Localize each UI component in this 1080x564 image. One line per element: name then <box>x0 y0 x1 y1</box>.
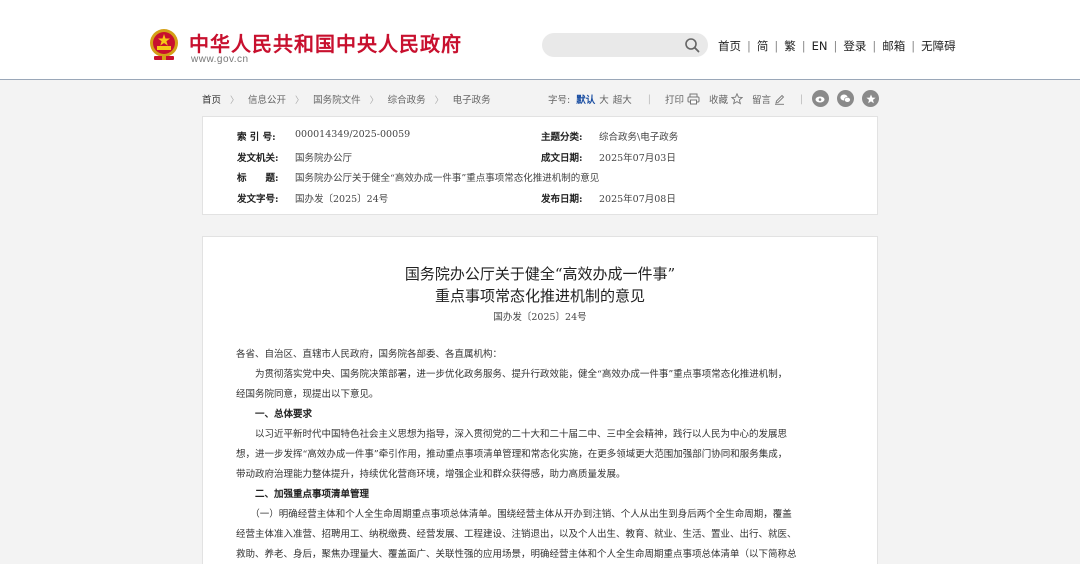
favorite-label: 收藏 <box>708 95 728 106</box>
breadcrumb-home[interactable]: 首页 <box>202 92 221 106</box>
paragraph-line: 以习近平新时代中国特色社会主义思想为指导，深入贯彻党的二十大和二十届二中、三中全… <box>236 429 788 440</box>
paragraph-line: 经营主体准入准营、招聘用工、纳税缴费、经营发展、工程建设、注销退出，以及个人出生… <box>236 529 797 540</box>
section-heading: 二、加强重点事项清单管理 <box>236 489 370 500</box>
category-value: 综合政务\电子政务 <box>599 132 679 143</box>
breadcrumb-general-affairs[interactable]: 综合政务 <box>388 92 426 106</box>
category-label: 主题分类: <box>541 132 583 143</box>
section-heading: 一、总体要求 <box>236 409 313 420</box>
nav-mailbox[interactable]: 邮箱 <box>882 38 905 54</box>
site-header: 中华人民共和国中央人民政府 www.gov.cn 首页 | 简 | 繁 | EN… <box>0 0 1080 80</box>
toolbar-divider: | <box>647 93 651 105</box>
breadcrumb-state-council-docs[interactable]: 国务院文件 <box>313 92 361 106</box>
meta-row: 发文字号: 国办发〔2025〕24号 发布日期: 2025年07月08日 <box>203 191 877 205</box>
share-bar <box>812 90 887 107</box>
toolbar-divider: | <box>800 93 804 105</box>
issuer-value: 国务院办公厅 <box>295 153 353 164</box>
breadcrumb: 首页 〉 信息公开 〉 国务院文件 〉 综合政务 〉 电子政务 <box>202 92 491 106</box>
printer-icon <box>687 93 700 105</box>
doc-number-value: 国办发〔2025〕24号 <box>295 194 389 205</box>
nav-separator: | <box>911 39 916 53</box>
meta-row: 索 引 号: 000014349/2025-00059 主题分类: 综合政务\电… <box>203 129 877 143</box>
document-body: 国务院办公厅关于健全“高效办成一件事” 重点事项常态化推进机制的意见 国办发〔2… <box>202 236 878 564</box>
issuer-label: 发文机关: <box>237 153 279 164</box>
breadcrumb-e-government[interactable]: 电子政务 <box>453 92 491 106</box>
paragraph-salutation: 各省、自治区、直辖市人民政府，国务院各部委、各直属机构： <box>236 349 503 360</box>
nav-separator: | <box>833 39 838 53</box>
font-size-label: 字号: <box>548 95 571 106</box>
paragraph-line: （一）明确经营主体和个人全生命周期重点事项总体清单。围绕经营主体从开办到注销、个… <box>236 509 792 520</box>
search-box <box>542 33 708 57</box>
title-value: 国务院办公厅关于健全“高效办成一件事”重点事项常态化推进机制的意见 <box>295 173 600 184</box>
index-value: 000014349/2025-00059 <box>295 129 411 140</box>
wechat-icon[interactable] <box>837 90 854 107</box>
nav-home[interactable]: 首页 <box>718 38 741 54</box>
print-label: 打印 <box>664 95 684 106</box>
breadcrumb-info-public[interactable]: 信息公开 <box>248 92 286 106</box>
chevron-right-icon: 〉 <box>369 95 379 106</box>
print-button[interactable]: 打印 <box>665 92 700 106</box>
star-icon <box>730 93 743 105</box>
publish-date-value: 2025年07月08日 <box>599 194 676 205</box>
nav-separator: | <box>872 39 877 53</box>
nav-separator: | <box>801 39 806 53</box>
date-written-label: 成文日期: <box>541 153 583 164</box>
title-label: 标 题: <box>237 173 279 184</box>
comment-button[interactable]: 留言 <box>752 92 785 106</box>
qzone-icon[interactable] <box>862 90 879 107</box>
font-size-large[interactable]: 大 <box>599 92 609 106</box>
paragraph-line: 经国务院同意，现提出以下意见。 <box>236 389 379 400</box>
chevron-right-icon: 〉 <box>295 95 305 106</box>
meta-row: 发文机关: 国务院办公厅 成文日期: 2025年07月03日 <box>203 150 877 164</box>
nav-simplified[interactable]: 简 <box>757 38 769 54</box>
document-title-line-2: 重点事项常态化推进机制的意见 <box>434 287 645 305</box>
document-number: 国办发〔2025〕24号 <box>493 312 587 323</box>
font-size-xlarge[interactable]: 超大 <box>613 92 632 106</box>
search-icon[interactable] <box>684 37 700 53</box>
nav-separator: | <box>774 39 779 53</box>
national-emblem-icon[interactable] <box>148 28 180 62</box>
weibo-icon[interactable] <box>812 90 829 107</box>
nav-english[interactable]: EN <box>812 39 828 53</box>
paragraph-line: 带动政府治理能力整体提升，持续优化营商环境，增强企业和群众获得感，助力高质量发展… <box>236 469 626 480</box>
font-size-default[interactable]: 默认 <box>576 92 595 106</box>
index-label: 索 引 号: <box>237 132 276 143</box>
paragraph-line: 救助、养老、身后，聚焦办理量大、覆盖面广、关联性强的应用场景，明确经营主体和个人… <box>236 549 797 560</box>
article-toolbar: 字号: 默认 大 超大 | 打印 收藏 留言 | <box>548 92 817 106</box>
paragraph-line: 为贯彻落实党中央、国务院决策部署，进一步优化政务服务、提升行政效能，健全“高效办… <box>236 369 788 380</box>
document-title-line-1: 国务院办公厅关于健全“高效办成一件事” <box>404 265 676 283</box>
nav-accessibility[interactable]: 无障碍 <box>921 38 956 54</box>
top-nav: 首页 | 简 | 繁 | EN | 登录 | 邮箱 | 无障碍 <box>718 38 956 54</box>
document-metadata-card: 索 引 号: 000014349/2025-00059 主题分类: 综合政务\电… <box>202 116 878 215</box>
comment-label: 留言 <box>751 95 771 106</box>
site-title[interactable]: 中华人民共和国中央人民政府 <box>189 28 462 57</box>
date-written-value: 2025年07月03日 <box>599 153 676 164</box>
pencil-icon <box>775 94 785 105</box>
chevron-right-icon: 〉 <box>230 95 240 106</box>
nav-traditional[interactable]: 繁 <box>784 38 796 54</box>
site-url: www.gov.cn <box>191 54 249 65</box>
search-input[interactable] <box>554 36 682 54</box>
favorite-button[interactable]: 收藏 <box>709 92 743 106</box>
nav-separator: | <box>747 39 751 53</box>
chevron-right-icon: 〉 <box>434 95 444 106</box>
nav-login[interactable]: 登录 <box>843 38 866 54</box>
doc-number-label: 发文字号: <box>237 194 279 205</box>
meta-row: 标 题: 国务院办公厅关于健全“高效办成一件事”重点事项常态化推进机制的意见 <box>203 170 877 184</box>
publish-date-label: 发布日期: <box>541 194 583 205</box>
paragraph-line: 想，进一步发挥“高效办成一件事”牵引作用，推动重点事项清单管理和常态化实施，在更… <box>236 449 788 460</box>
